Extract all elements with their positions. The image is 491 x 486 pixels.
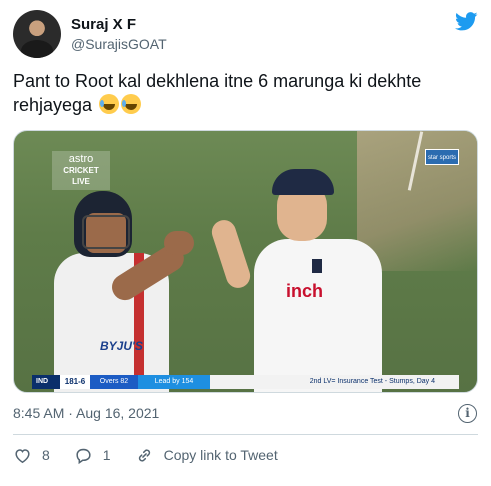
twitter-bird-icon[interactable]: [455, 12, 478, 31]
tweet-actions: 8 1 Copy link to Tweet: [13, 444, 302, 466]
score-match-info: 2nd LV= Insurance Test - Stumps, Day 4: [210, 375, 459, 389]
divider: [13, 434, 478, 435]
info-icon[interactable]: i: [458, 404, 477, 423]
broadcaster-line2: CRICKET: [63, 166, 99, 175]
author-block[interactable]: Suraj X F @SurajisGOAT: [71, 15, 167, 54]
like-button[interactable]: 8: [13, 446, 50, 465]
channel-logo-icon: star sports: [425, 149, 459, 165]
avatar[interactable]: [13, 10, 61, 58]
cap: [272, 169, 334, 195]
author-display-name[interactable]: Suraj X F: [71, 15, 167, 34]
laughing-tears-emoji-icon: [99, 94, 120, 114]
score-lead: Lead by 154: [138, 375, 210, 389]
jersey-crest: [312, 259, 322, 273]
broadcaster-line1: astro: [68, 153, 94, 165]
score-value: 181-6: [60, 375, 90, 389]
scoreboard-bar: IND 181-6 Overs 82 Lead by 154 2nd LV= I…: [32, 375, 459, 389]
like-count: 8: [42, 447, 50, 463]
tweet-timestamp[interactable]: 8:45 AM · Aug 16, 2021: [13, 404, 159, 423]
gesturing-hand: [164, 231, 194, 255]
tweet-body: Pant to Root kal dekhlena itne 6 marunga…: [13, 71, 422, 115]
helmet-grill: [82, 215, 130, 249]
copy-link-label: Copy link to Tweet: [163, 447, 278, 463]
reply-bubble-icon: [76, 448, 91, 464]
score-team: IND: [32, 375, 60, 389]
broadcaster-line3: LIVE: [72, 177, 90, 186]
reply-count: 1: [102, 447, 111, 463]
laughing-tears-emoji-icon: [121, 94, 142, 114]
tweet-media-image[interactable]: astro CRICKET LIVE star sports BYJU'S in…: [13, 130, 478, 393]
heart-icon: [15, 448, 30, 463]
author-handle[interactable]: @SurajisGOAT: [71, 35, 167, 54]
player-pant: BYJU'S: [54, 191, 189, 392]
tweet-header: Suraj X F @SurajisGOAT: [13, 10, 478, 58]
score-overs: Overs 82: [90, 375, 138, 389]
copy-link-button[interactable]: Copy link to Tweet: [135, 446, 278, 465]
player-root: inch: [208, 169, 404, 392]
jersey-sponsor-right: inch: [286, 281, 324, 301]
link-icon: [138, 448, 150, 462]
jersey-sponsor-left: BYJU'S: [100, 339, 143, 353]
tweet-text: Pant to Root kal dekhlena itne 6 marunga…: [13, 69, 478, 117]
tweet-card: Suraj X F @SurajisGOAT Pant to Root kal …: [0, 0, 491, 486]
player-arm: [208, 217, 254, 291]
broadcaster-logo: astro CRICKET LIVE: [52, 151, 110, 190]
reply-button[interactable]: 1: [74, 446, 111, 465]
